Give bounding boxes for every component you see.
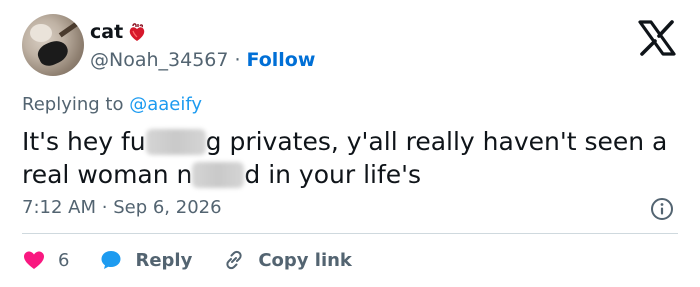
replying-to: Replying to @aaeify [22, 94, 202, 115]
action-bar: 6 Reply Copy link [22, 246, 382, 274]
link-icon [226, 250, 242, 270]
divider [22, 233, 678, 234]
replying-mention[interactable]: @aaeify [129, 94, 202, 115]
meta-separator: · [101, 197, 108, 218]
censor-blur [145, 129, 206, 155]
handle[interactable]: @Noah_34567 [90, 49, 228, 71]
anatomical-heart-icon [127, 22, 147, 42]
tweet-text-segment: g privates, y'all really haven't seen a [205, 127, 668, 156]
reply-bubble-icon [101, 251, 121, 269]
follow-button[interactable]: Follow [247, 49, 316, 71]
censor-blur [192, 162, 245, 188]
handle-row: @Noah_34567 · Follow [90, 49, 315, 71]
display-name[interactable]: cat [90, 21, 123, 43]
heart-icon [24, 251, 44, 269]
tweet-card: cat @Noah_34567 · Follow Replying to @aa… [0, 0, 700, 287]
tweet-text-segment: It's hey fu [22, 127, 146, 156]
like-count: 6 [58, 249, 70, 271]
tweet-text-segment: d in your life's [244, 160, 422, 189]
replying-prefix: Replying to [22, 94, 124, 115]
like-button[interactable]: 6 [22, 248, 69, 272]
avatar-guitar-neck [58, 19, 82, 38]
info-icon[interactable] [650, 197, 674, 221]
copy-link-button[interactable]: Copy link [222, 248, 352, 272]
tweet-time: 7:12 AM [22, 197, 96, 218]
reply-label: Reply [135, 249, 193, 271]
tweet-date: Sep 6, 2026 [113, 197, 222, 218]
author-name-row[interactable]: cat [90, 21, 147, 43]
copy-link-label: Copy link [258, 249, 352, 271]
x-logo-icon[interactable] [636, 20, 678, 56]
avatar[interactable] [22, 14, 84, 76]
tweet-text-segment: real woman n [22, 160, 193, 189]
avatar-cat-head [30, 24, 52, 42]
tweet-timestamp[interactable]: 7:12 AM · Sep 6, 2026 [22, 197, 222, 218]
tweet-text: It's hey fu g privates, y'all really have… [22, 125, 682, 191]
separator-dot: · [234, 49, 241, 71]
reply-button[interactable]: Reply [99, 248, 192, 272]
